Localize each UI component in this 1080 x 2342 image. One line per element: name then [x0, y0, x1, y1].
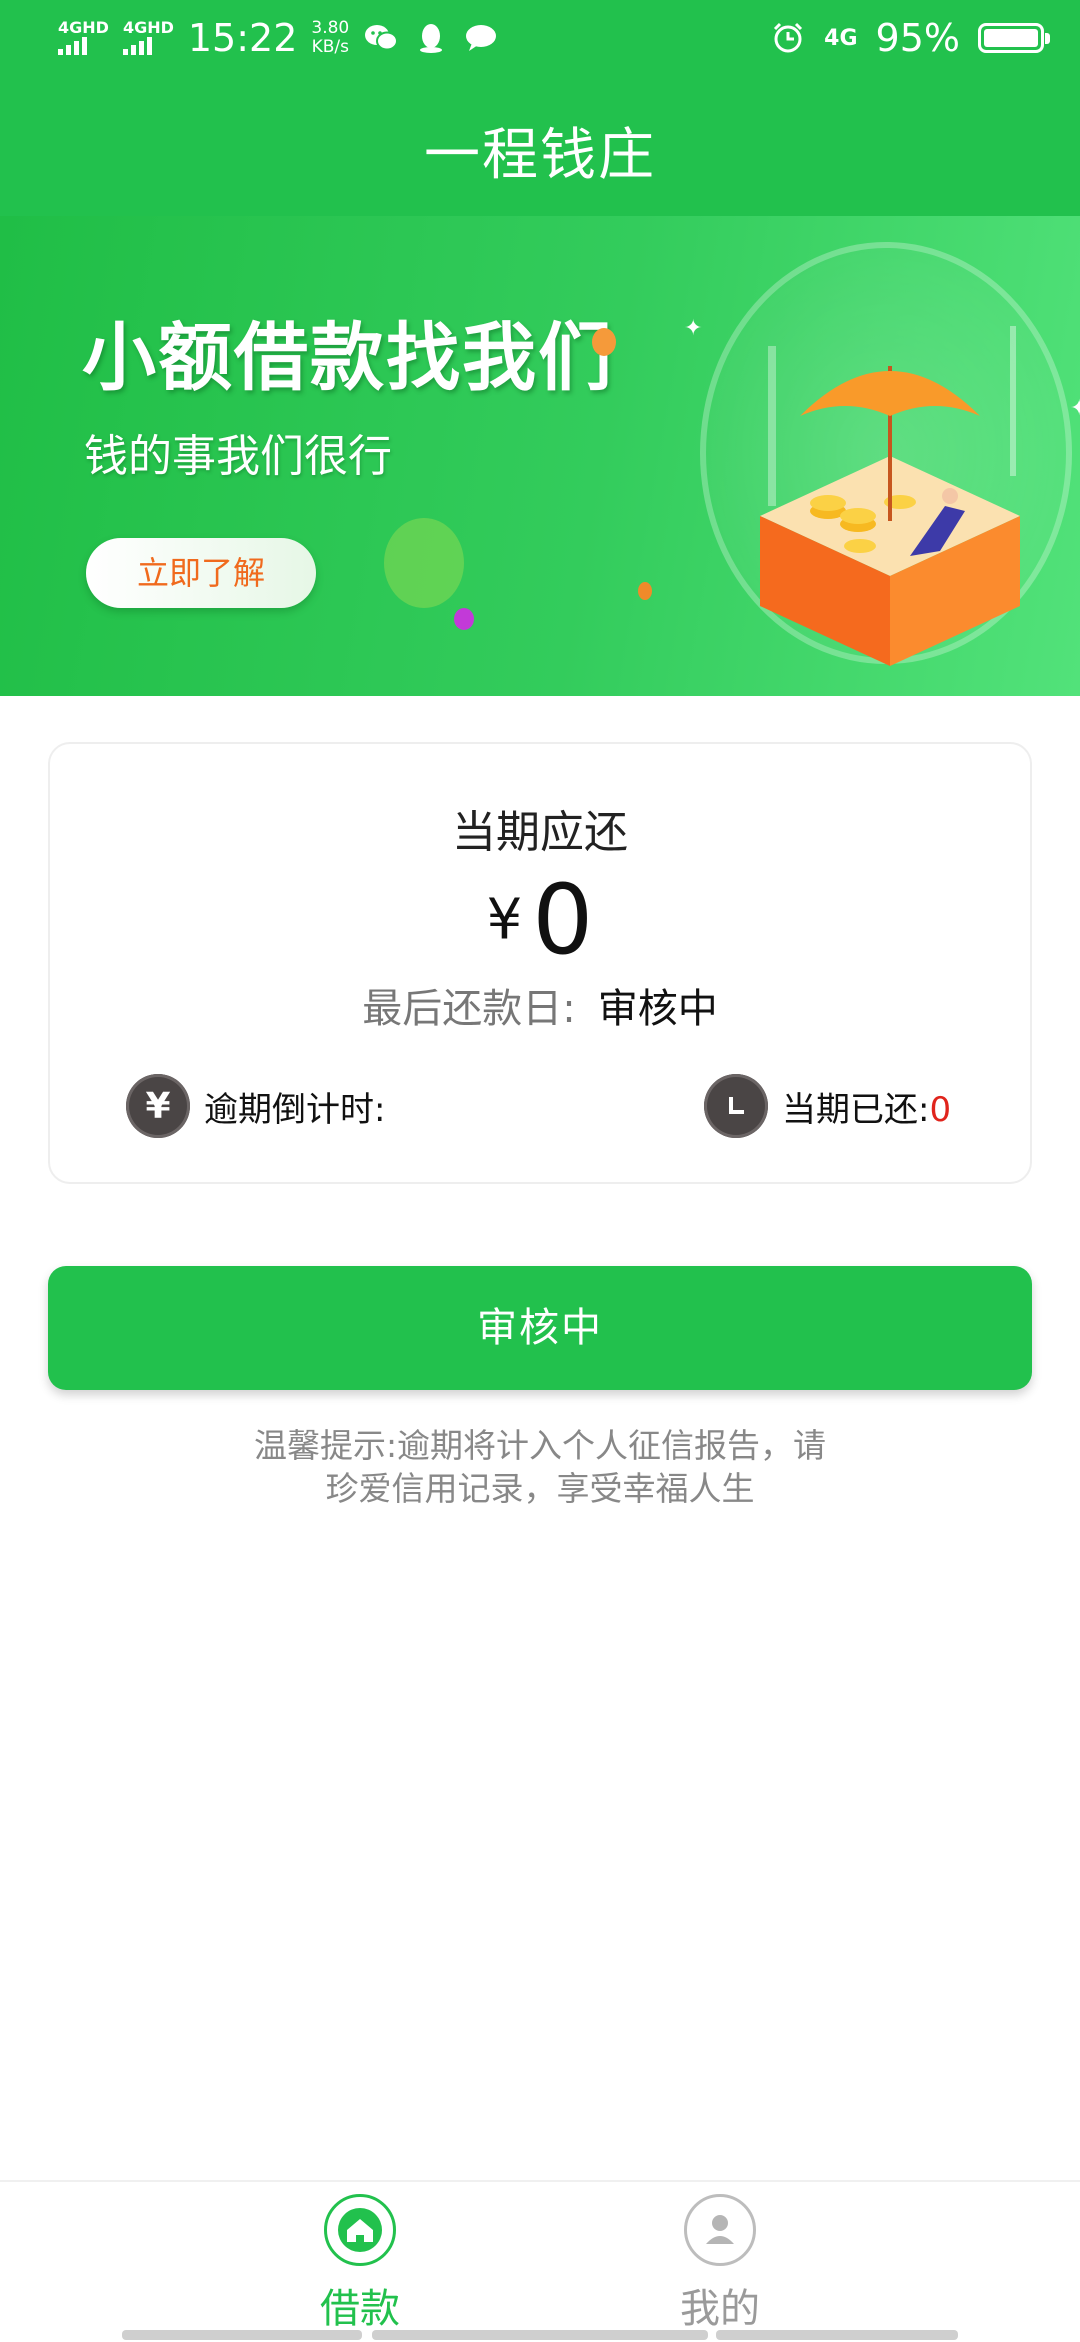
reminder-text: 温馨提示:逾期将计入个人征信报告，请 珍爱信用记录，享受幸福人生 [253, 1426, 827, 1508]
decor-dot [592, 328, 616, 356]
signal-1: 4GHD [58, 20, 109, 55]
gesture-bar [716, 2330, 958, 2340]
currency-symbol: ¥ [486, 887, 523, 953]
page-title: 一程钱庄 [424, 123, 656, 188]
status-time: 15:22 [187, 16, 298, 60]
promo-banner[interactable]: 小额借款找我们 钱的事我们很行 立即了解 ✦ ✦ [0, 216, 1080, 696]
due-date-value: 审核中 [597, 986, 718, 1032]
status-button[interactable]: 审核中 [48, 1266, 1032, 1390]
nav-item-mine[interactable]: 我的 [600, 2194, 840, 2334]
user-icon [684, 2194, 756, 2266]
decor-dot [384, 518, 464, 608]
home-icon [324, 2194, 396, 2266]
overdue-countdown: ¥ 逾期倒计时: [126, 1074, 385, 1138]
network-speed: 3.80 KB/s [311, 18, 350, 57]
decor-dot [454, 608, 474, 630]
current-due-label: 当期应还 [452, 807, 628, 858]
banner-headline: 小额借款找我们 [82, 315, 614, 401]
treasure-box-illustration [760, 326, 1020, 666]
overdue-countdown-label: 逾期倒计时: [204, 1089, 386, 1130]
amount-value: 0 [532, 864, 594, 976]
clock-icon [704, 1074, 768, 1138]
paid-label: 当期已还: [782, 1089, 930, 1130]
message-icon [463, 20, 499, 56]
due-date-row: 最后还款日: 审核中 [50, 976, 1030, 1034]
app-header: 4GHD 4GHD 15:22 3.80 KB/s 4G 95% 一程钱庄 [0, 0, 1080, 216]
nav-label-mine: 我的 [680, 2286, 760, 2332]
paid-value: 0 [929, 1089, 952, 1130]
due-date-label: 最后还款日: [362, 986, 576, 1032]
alarm-icon [770, 20, 806, 56]
bottom-nav: 借款 我的 [0, 2180, 1080, 2342]
signal-2: 4GHD [122, 20, 174, 55]
battery-percent: 95% [875, 16, 960, 60]
wechat-icon [363, 20, 399, 56]
paid-amount: 当期已还:0 [704, 1074, 951, 1138]
gesture-bar [122, 2330, 362, 2340]
yen-icon: ¥ [126, 1074, 190, 1138]
decor-dot [638, 582, 652, 600]
banner-subtitle: 钱的事我们很行 [84, 431, 392, 482]
status-bar: 4GHD 4GHD 15:22 3.80 KB/s 4G 95% [0, 0, 1080, 86]
learn-more-button[interactable]: 立即了解 [86, 538, 316, 608]
repayment-card: 当期应还 ¥0 最后还款日: 审核中 ¥ 逾期倒计时: 当期已还:0 [48, 742, 1032, 1184]
sparkle-icon: ✦ [684, 316, 703, 341]
sparkle-icon: ✦ [1070, 396, 1080, 421]
battery-icon [978, 23, 1050, 53]
network-type: 4G [824, 25, 858, 51]
nav-label-loan: 借款 [320, 2286, 400, 2332]
current-due-amount: ¥0 [50, 864, 1030, 976]
nav-item-loan[interactable]: 借款 [240, 2194, 480, 2334]
qq-icon [413, 20, 449, 56]
gesture-bar [372, 2330, 708, 2340]
